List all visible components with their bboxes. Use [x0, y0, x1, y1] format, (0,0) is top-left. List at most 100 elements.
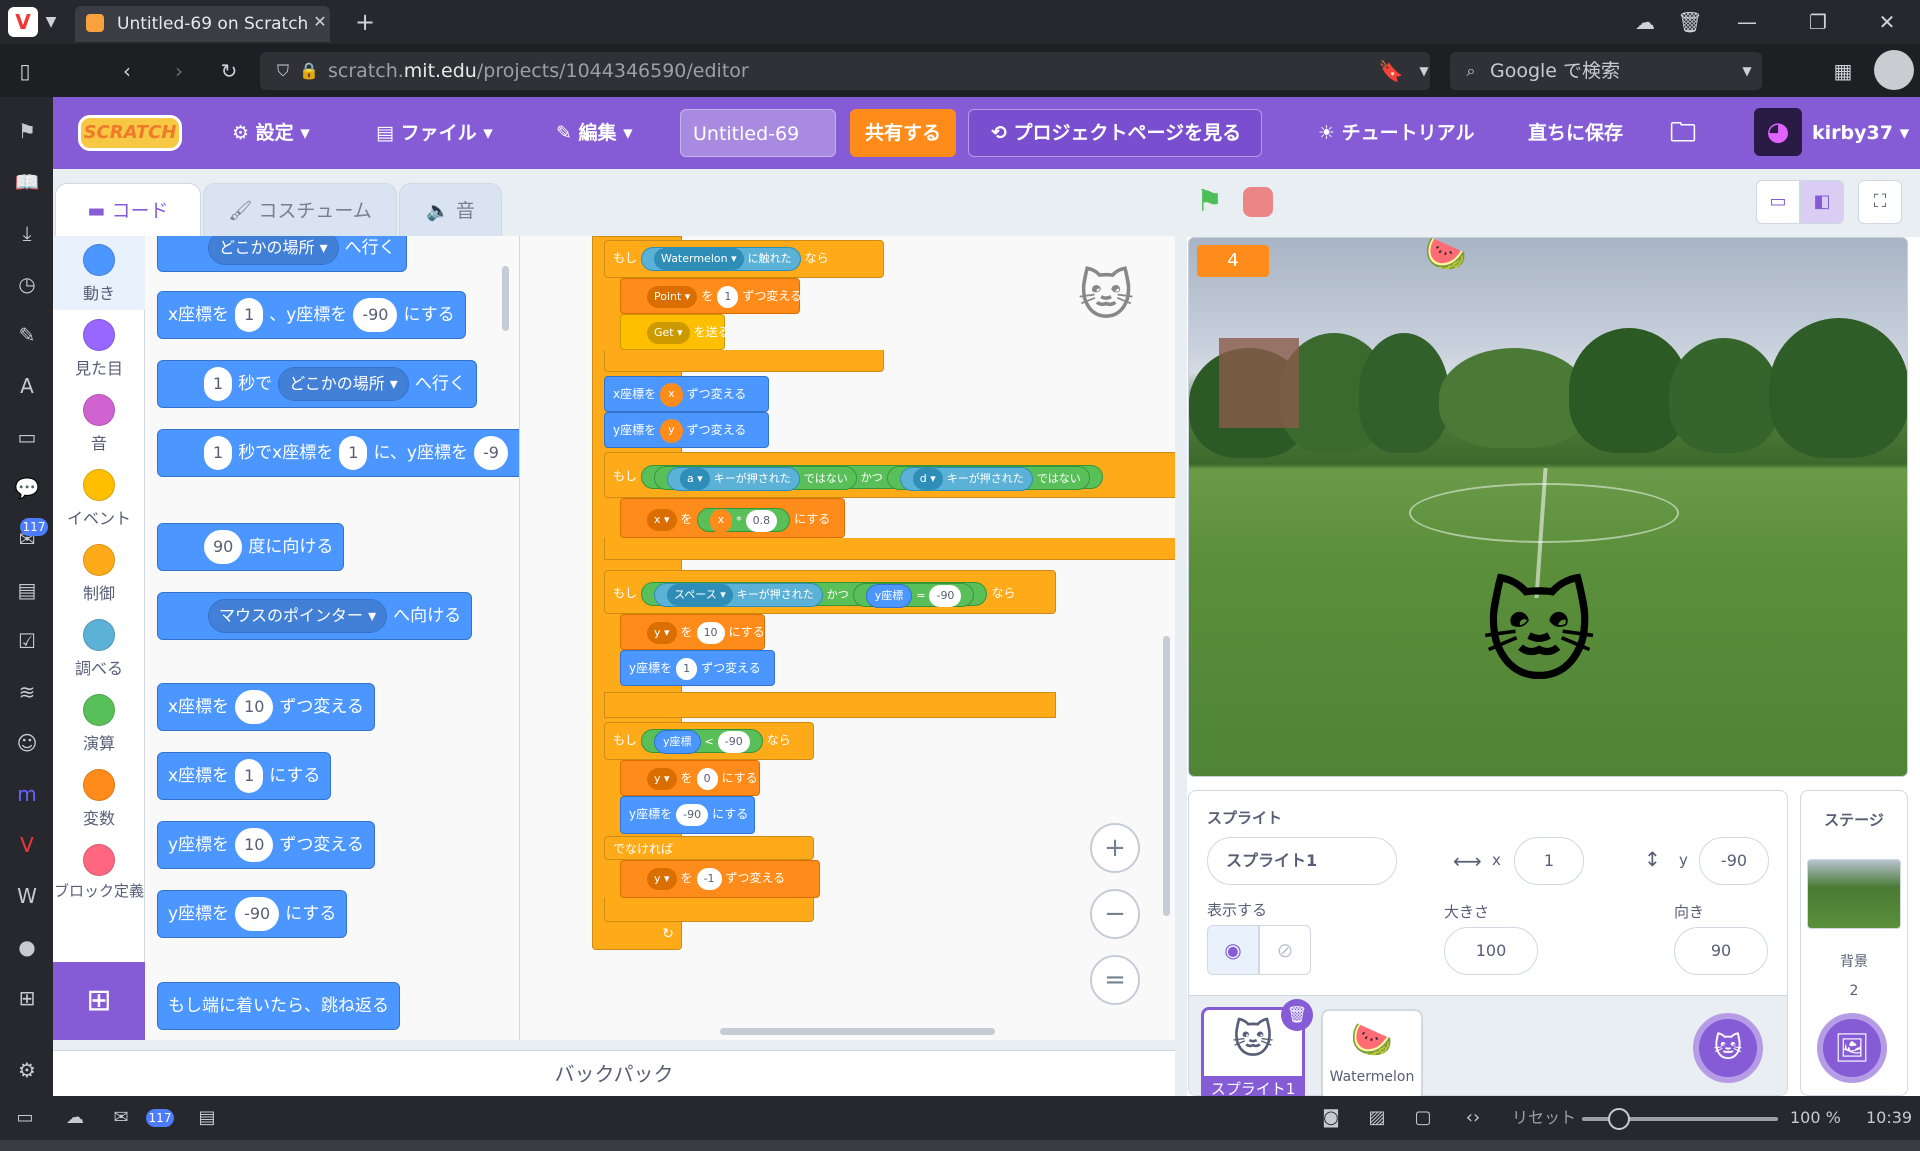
image-icon[interactable]: ▨	[1362, 1096, 1392, 1140]
add-panel-icon[interactable]: ⊞	[12, 983, 42, 1013]
glidexy-x-input[interactable]: 1	[339, 436, 368, 470]
equals-input[interactable]: -90	[929, 584, 962, 607]
restore-icon[interactable]: ❐	[1803, 7, 1833, 37]
forward-icon[interactable]: ›	[164, 56, 194, 86]
setxy-x-input[interactable]: 1	[235, 298, 264, 332]
stage-canvas[interactable]: 4 🍉 🐱	[1188, 237, 1908, 777]
y-position-input[interactable]: -90	[1699, 837, 1769, 885]
add-sprite-button[interactable]: 🐱	[1693, 1013, 1763, 1083]
set-val-input[interactable]: 10	[696, 621, 725, 644]
set-y-position-block[interactable]: y座標を -90 にする	[620, 796, 755, 834]
category-looks[interactable]: 見た目	[53, 313, 145, 388]
var-dropdown[interactable]: y ▾	[647, 867, 677, 890]
green-flag-icon[interactable]: ⚑	[1196, 186, 1228, 218]
change-var-block[interactable]: Point ▾ を 1 ずつ変える	[620, 278, 802, 314]
mastodon-icon[interactable]: m	[12, 779, 42, 809]
change-y-block[interactable]: y座標を 10 ずつ変える	[157, 821, 375, 869]
settings-gear-icon[interactable]: ⚙	[12, 1055, 42, 1085]
glidexy-y-input[interactable]: -9	[474, 436, 508, 470]
and-operator[interactable]: a ▾ キーが押された ではない かつ d ▾ キーが押された ではない	[641, 464, 1103, 491]
delete-sprite-trash-icon[interactable]: 🗑	[1281, 999, 1313, 1031]
change-val-input[interactable]: 1	[717, 285, 739, 308]
palette-scrollbar[interactable]	[502, 266, 509, 331]
code-brackets-icon[interactable]: ‹›	[1458, 1096, 1488, 1140]
category-control[interactable]: 制御	[53, 538, 145, 613]
panel-toggle-icon[interactable]: ▯	[10, 56, 40, 86]
vivaldi-logo-icon[interactable]: V	[8, 7, 38, 37]
goto-dropdown[interactable]: どこかの場所 ▾	[208, 236, 339, 265]
change-val-input[interactable]: 1	[676, 657, 698, 680]
if-else-block[interactable]: もし y座標 < -90 なら	[604, 722, 814, 760]
close-tab-icon[interactable]: ✕	[305, 7, 335, 37]
change-val-input[interactable]: -1	[696, 867, 722, 890]
reading-list-icon[interactable]: 📖	[12, 167, 42, 197]
set-y-var-block[interactable]: y ▾ を 10 にする	[620, 614, 765, 650]
less-than-operator[interactable]: y座標 < -90	[641, 728, 763, 754]
key-space-pressed[interactable]: スペース ▾ キーが押された	[654, 582, 823, 607]
wikipedia-icon[interactable]: W	[12, 881, 42, 911]
chat-icon[interactable]: 💬	[12, 473, 42, 503]
glide-target-dropdown[interactable]: どこかの場所 ▾	[278, 367, 409, 401]
setxy-block[interactable]: x座標を 1 、y座標を -90 にする	[157, 291, 466, 339]
back-icon[interactable]: ‹	[112, 56, 142, 86]
chevron-down-icon[interactable]: ▼	[1732, 56, 1762, 86]
profile-avatar[interactable]	[1874, 50, 1914, 90]
calendar-icon[interactable]: ▤	[12, 575, 42, 605]
tutorials-button[interactable]: ☀ チュートリアル	[1318, 97, 1474, 169]
category-my-blocks[interactable]: ブロック定義	[53, 838, 145, 913]
file-menu[interactable]: ▤ ファイル ▾	[376, 97, 493, 169]
calendar-status-icon[interactable]: ▤	[192, 1096, 222, 1140]
var-dropdown[interactable]: x ▾	[647, 508, 677, 531]
set-y-input[interactable]: -90	[235, 897, 280, 931]
minimize-icon[interactable]: —	[1732, 7, 1762, 37]
add-backdrop-button[interactable]: 🖼	[1817, 1013, 1887, 1083]
equals-operator[interactable]: y座標 = -90	[852, 582, 975, 608]
sprite-thumb-2[interactable]: 🍉 Watermelon	[1321, 1009, 1423, 1101]
category-variables[interactable]: 変数	[53, 763, 145, 838]
set-x-var-block[interactable]: x ▾ を x * 0.8 にする	[620, 498, 845, 538]
y-position-reporter[interactable]: y座標	[654, 729, 701, 754]
glidexy-block[interactable]: 1 秒でx座標を 1 に、y座標を -9	[157, 429, 519, 477]
browser-tab[interactable]: Untitled-69 on Scratch	[75, 6, 330, 42]
github-icon[interactable]: ●	[12, 932, 42, 962]
contacts-icon[interactable]: ☺	[12, 728, 42, 758]
change-y-by-var-block[interactable]: y座標を y ずつ変える	[604, 412, 769, 448]
less-than-input[interactable]: -90	[717, 730, 750, 753]
category-sound[interactable]: 音	[53, 388, 145, 463]
category-operators[interactable]: 演算	[53, 688, 145, 763]
set-y-block[interactable]: y座標を -90 にする	[157, 890, 348, 938]
if-keys-block[interactable]: もし a ▾ キーが押された ではない かつ d ▾ キーが押された ではない	[604, 452, 1175, 498]
panel-toggle-icon[interactable]: ▭	[10, 1096, 40, 1140]
tasks-icon[interactable]: ☑	[12, 626, 42, 656]
y-position-reporter[interactable]: y座標	[865, 583, 913, 608]
change-y-input[interactable]: 10	[235, 828, 274, 862]
camera-icon[interactable]: ◙	[1316, 1096, 1346, 1140]
window-icon[interactable]: ▢	[1408, 1096, 1438, 1140]
fullscreen-icon[interactable]: ⛶	[1858, 180, 1902, 224]
edit-menu[interactable]: ✎ 編集 ▾	[556, 97, 633, 169]
category-events[interactable]: イベント	[53, 463, 145, 538]
feeds-icon[interactable]: ≋	[12, 677, 42, 707]
set-y-input[interactable]: -90	[676, 803, 709, 826]
qr-code-icon[interactable]: ▦	[1828, 56, 1858, 86]
and-operator[interactable]: スペース ▾ キーが押された かつ y座標 = -90	[641, 581, 988, 608]
project-title-input[interactable]: Untitled-69	[680, 109, 836, 157]
bounce-block[interactable]: もし端に着いたら、跳ね返る	[157, 982, 400, 1030]
zoom-in-button[interactable]: +	[1090, 823, 1140, 873]
y-var-reporter[interactable]: y	[660, 418, 683, 443]
var-dropdown[interactable]: Point ▾	[647, 285, 698, 308]
chevron-down-icon[interactable]: ▼	[1409, 56, 1439, 86]
zoom-slider-thumb[interactable]	[1608, 1108, 1630, 1130]
multiplier-input[interactable]: 0.8	[745, 509, 778, 532]
share-button[interactable]: 共有する	[850, 109, 956, 157]
multiply-operator[interactable]: x * 0.8	[696, 507, 791, 533]
see-project-page-button[interactable]: ⟲ プロジェクトページを見る	[968, 109, 1262, 157]
not-a-operator[interactable]: a ▾ キーが押された ではない	[654, 465, 857, 491]
key-d-dropdown[interactable]: d ▾	[912, 467, 943, 490]
script-workspace[interactable]: ↻ もし Watermelon ▾ に触れた なら Point ▾ を 1 ずつ変える Ge…	[520, 236, 1175, 1040]
translate-icon[interactable]: A	[12, 371, 42, 401]
url-field[interactable]: scratch.mit.edu/projects/1044346590/edit…	[260, 52, 1430, 90]
history-icon[interactable]: ◷	[12, 269, 42, 299]
key-space-dropdown[interactable]: スペース ▾	[667, 583, 733, 606]
change-y-var-block[interactable]: y ▾ を -1 ずつ変える	[620, 860, 820, 898]
